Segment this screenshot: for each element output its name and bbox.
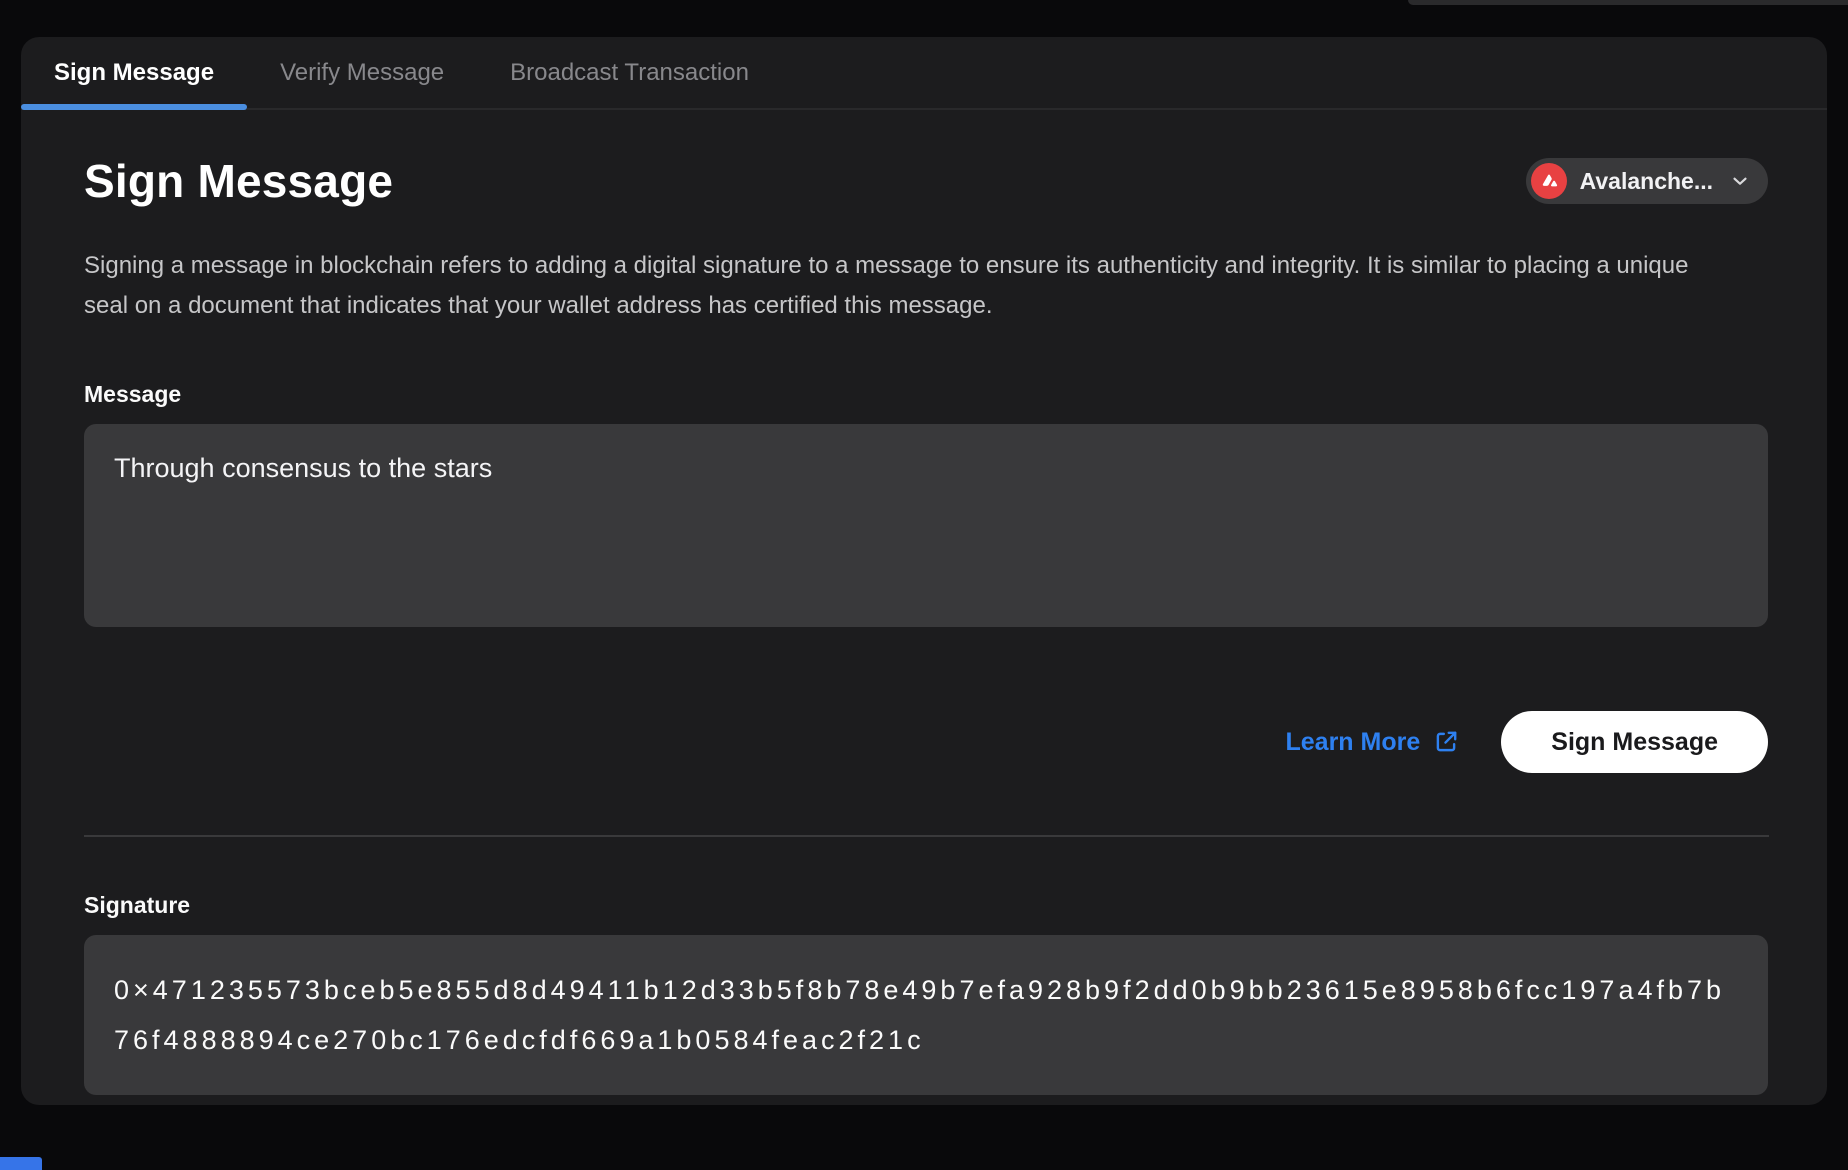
browser-toolbar-fragment	[1408, 0, 1848, 5]
sign-message-card: Sign Message Verify Message Broadcast Tr…	[21, 37, 1827, 1105]
tab-label: Sign Message	[54, 59, 214, 87]
tab-broadcast-transaction[interactable]: Broadcast Transaction	[477, 37, 782, 108]
tab-verify-message[interactable]: Verify Message	[247, 37, 477, 108]
tab-sign-message[interactable]: Sign Message	[21, 37, 247, 108]
page-title: Sign Message	[84, 154, 393, 208]
signature-output[interactable]: 0×471235573bceb5e855d8d49411b12d33b5f8b7…	[84, 935, 1768, 1095]
header-row: Sign Message Avalanche...	[84, 154, 1768, 208]
actions-row: Learn More Sign Message	[84, 711, 1768, 773]
signature-label: Signature	[84, 892, 1768, 919]
chevron-down-icon	[1729, 170, 1751, 192]
screen: Sign Message Verify Message Broadcast Tr…	[0, 0, 1848, 1170]
tab-label: Broadcast Transaction	[510, 59, 749, 87]
tab-label: Verify Message	[280, 59, 444, 87]
tab-bar: Sign Message Verify Message Broadcast Tr…	[21, 37, 1827, 110]
learn-more-label: Learn More	[1286, 728, 1421, 757]
divider	[84, 835, 1769, 837]
message-input[interactable]: Through consensus to the stars	[84, 424, 1768, 627]
network-label: Avalanche...	[1580, 168, 1713, 195]
avalanche-icon	[1531, 163, 1567, 199]
taskbar-fragment	[0, 1157, 42, 1170]
network-selector[interactable]: Avalanche...	[1526, 158, 1768, 204]
description-text: Signing a message in blockchain refers t…	[84, 246, 1696, 326]
card-content: Sign Message Avalanche...	[21, 154, 1827, 1095]
sign-message-button[interactable]: Sign Message	[1501, 711, 1768, 773]
external-link-icon	[1433, 729, 1459, 755]
message-label: Message	[84, 381, 1768, 408]
learn-more-link[interactable]: Learn More	[1286, 728, 1460, 757]
